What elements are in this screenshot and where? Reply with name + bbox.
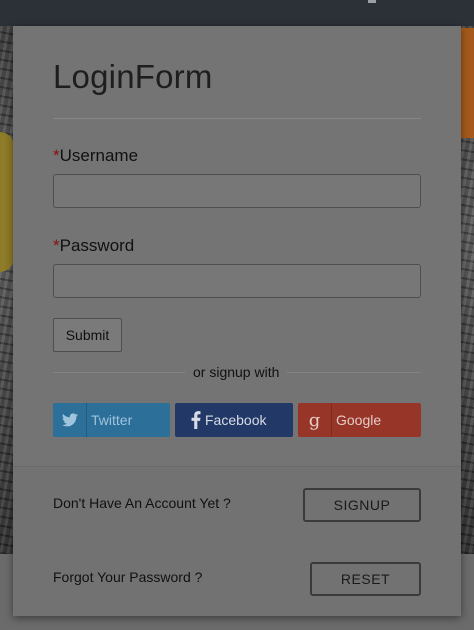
facebook-button[interactable]: Facebook xyxy=(175,403,293,437)
signup-prompt: Don't Have An Account Yet ? xyxy=(53,495,231,511)
required-marker: * xyxy=(53,146,60,165)
twitter-label: Twitter xyxy=(91,412,133,428)
password-input[interactable] xyxy=(53,264,421,298)
modal-footer: Don't Have An Account Yet ? SIGNUP Forgo… xyxy=(13,466,461,616)
google-button[interactable]: g Google xyxy=(298,403,421,437)
signup-button[interactable]: SIGNUP xyxy=(303,488,421,522)
title-divider xyxy=(53,118,421,119)
username-input[interactable] xyxy=(53,174,421,208)
facebook-icon xyxy=(175,403,201,437)
twitter-button[interactable]: Twitter xyxy=(53,403,170,437)
submit-button[interactable]: Submit xyxy=(53,318,122,352)
background-yellow-shape xyxy=(0,132,14,272)
username-label-text: Username xyxy=(59,146,139,165)
reset-button[interactable]: RESET xyxy=(310,562,421,596)
password-label: *Password xyxy=(53,236,134,256)
google-icon: g xyxy=(298,403,332,437)
required-marker: * xyxy=(53,236,60,255)
login-modal: LoginForm *Username *Password Submit or … xyxy=(13,26,461,616)
background-orange-shape xyxy=(460,28,474,138)
form-title: LoginForm xyxy=(53,58,213,95)
google-label: Google xyxy=(336,412,382,428)
divider-text: or signup with xyxy=(185,364,288,380)
facebook-label: Facebook xyxy=(205,412,267,428)
twitter-icon xyxy=(53,403,87,437)
forgot-password-prompt: Forgot Your Password ? xyxy=(53,569,203,585)
username-label: *Username xyxy=(53,146,138,166)
login-form: LoginForm *Username *Password Submit or … xyxy=(13,26,461,466)
dropdown-caret-icon xyxy=(368,0,376,3)
top-navbar xyxy=(0,0,474,26)
password-label-text: Password xyxy=(59,236,135,255)
